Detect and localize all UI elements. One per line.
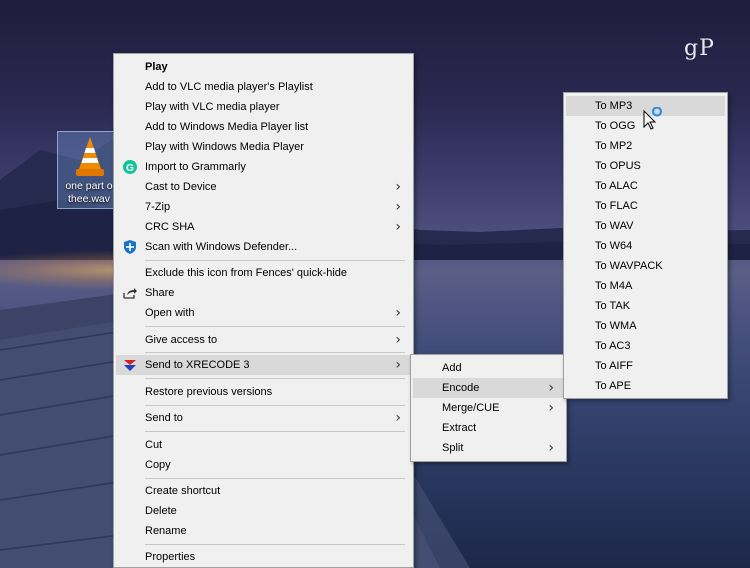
watermark-logo: gP xyxy=(684,36,715,61)
menu-item-play-vlc[interactable]: Play with VLC media player xyxy=(116,97,411,117)
grammarly-icon: G xyxy=(123,160,137,174)
chevron-right-icon: › xyxy=(548,440,554,456)
menu-item-create-shortcut[interactable]: Create shortcut xyxy=(116,481,411,501)
menu-item-play[interactable]: Play xyxy=(116,57,411,77)
menu-item-import-grammarly[interactable]: G Import to Grammarly xyxy=(116,157,411,177)
menu-item-7zip[interactable]: 7-Zip › xyxy=(116,197,411,217)
menu-item-label: Merge/CUE xyxy=(442,402,500,414)
menu-item-restore-versions[interactable]: Restore previous versions xyxy=(116,382,411,402)
menu-separator xyxy=(145,405,405,406)
menu-item-label: Cast to Device xyxy=(145,181,217,193)
menu-item-label: CRC SHA xyxy=(145,221,195,233)
menu-item-cast-to-device[interactable]: Cast to Device › xyxy=(116,177,411,197)
menu-item-crc-sha[interactable]: CRC SHA › xyxy=(116,217,411,237)
desktop-file-icon[interactable]: one part o thee.wav xyxy=(57,131,121,209)
encode-item-aiff[interactable]: To AIFF xyxy=(566,356,725,376)
menu-item-properties[interactable]: Properties xyxy=(116,547,411,567)
menu-separator xyxy=(145,352,405,353)
chevron-right-icon: › xyxy=(548,380,554,396)
menu-item-label: Scan with Windows Defender... xyxy=(145,241,298,253)
encode-item-wav[interactable]: To WAV xyxy=(566,216,725,236)
menu-separator xyxy=(145,378,405,379)
file-name-line1: one part o xyxy=(65,180,113,192)
menu-separator xyxy=(145,431,405,432)
menu-item-give-access[interactable]: Give access to › xyxy=(116,330,411,350)
menu-item-label: Share xyxy=(145,287,175,299)
menu-separator xyxy=(145,326,405,327)
menu-item-label: Import to Grammarly xyxy=(145,161,246,173)
encode-item-ac3[interactable]: To AC3 xyxy=(566,336,725,356)
chevron-right-icon: › xyxy=(395,332,401,348)
menu-item-label: Give access to xyxy=(145,334,218,346)
share-icon xyxy=(123,288,137,299)
menu-item-label: Send to xyxy=(145,412,183,424)
menu-item-add-vlc-playlist[interactable]: Add to VLC media player's Playlist xyxy=(116,77,411,97)
menu-separator xyxy=(145,478,405,479)
menu-item-share[interactable]: Share xyxy=(116,283,411,303)
menu-item-send-to-xrecode[interactable]: Send to XRECODE 3 › xyxy=(116,355,411,375)
menu-item-label: Split xyxy=(442,442,464,454)
submenu-item-extract[interactable]: Extract xyxy=(413,418,564,438)
menu-item-exclude-fences[interactable]: Exclude this icon from Fences' quick-hid… xyxy=(116,263,411,283)
submenu-item-encode[interactable]: Encode › xyxy=(413,378,564,398)
chevron-right-icon: › xyxy=(395,179,401,195)
file-name-line2: thee.wav xyxy=(67,193,111,205)
menu-item-open-with[interactable]: Open with › xyxy=(116,303,411,323)
xrecode-icon xyxy=(124,360,136,371)
encode-item-mp2[interactable]: To MP2 xyxy=(566,136,725,156)
context-menu: Play Add to VLC media player's Playlist … xyxy=(113,53,414,568)
encode-item-m4a[interactable]: To M4A xyxy=(566,276,725,296)
svg-text:G: G xyxy=(126,163,134,174)
menu-item-add-wmp-list[interactable]: Add to Windows Media Player list xyxy=(116,117,411,137)
chevron-right-icon: › xyxy=(395,357,401,373)
menu-item-label: Send to XRECODE 3 xyxy=(145,359,250,371)
menu-item-copy[interactable]: Copy xyxy=(116,455,411,475)
mouse-pointer-icon xyxy=(643,107,663,130)
chevron-right-icon: › xyxy=(548,400,554,416)
chevron-right-icon: › xyxy=(395,199,401,215)
menu-item-play-wmp[interactable]: Play with Windows Media Player xyxy=(116,137,411,157)
submenu-item-add[interactable]: Add xyxy=(413,358,564,378)
menu-item-label: 7-Zip xyxy=(145,201,171,213)
chevron-right-icon: › xyxy=(395,410,401,426)
encode-item-alac[interactable]: To ALAC xyxy=(566,176,725,196)
encode-item-wma[interactable]: To WMA xyxy=(566,316,725,336)
chevron-right-icon: › xyxy=(395,305,401,321)
encode-item-wavpack[interactable]: To WAVPACK xyxy=(566,256,725,276)
encode-item-opus[interactable]: To OPUS xyxy=(566,156,725,176)
encode-submenu: To MP3 To OGG To MP2 To OPUS To ALAC To … xyxy=(563,92,728,399)
submenu-item-split[interactable]: Split › xyxy=(413,438,564,458)
submenu-item-merge-cue[interactable]: Merge/CUE › xyxy=(413,398,564,418)
menu-item-label: Open with xyxy=(145,307,195,319)
chevron-right-icon: › xyxy=(395,219,401,235)
menu-item-cut[interactable]: Cut xyxy=(116,435,411,455)
menu-item-scan-defender[interactable]: Scan with Windows Defender... xyxy=(116,237,411,257)
menu-separator xyxy=(145,260,405,261)
menu-item-rename[interactable]: Rename xyxy=(116,521,411,541)
encode-item-ape[interactable]: To APE xyxy=(566,376,725,396)
vlc-cone-icon xyxy=(76,137,104,176)
encode-item-flac[interactable]: To FLAC xyxy=(566,196,725,216)
menu-item-delete[interactable]: Delete xyxy=(116,501,411,521)
menu-separator xyxy=(145,544,405,545)
menu-item-send-to[interactable]: Send to › xyxy=(116,408,411,428)
windows-defender-icon xyxy=(124,240,136,254)
encode-item-w64[interactable]: To W64 xyxy=(566,236,725,256)
encode-item-tak[interactable]: To TAK xyxy=(566,296,725,316)
xrecode-submenu: Add Encode › Merge/CUE › Extract Split › xyxy=(410,354,567,462)
menu-item-label: Encode xyxy=(442,382,480,394)
